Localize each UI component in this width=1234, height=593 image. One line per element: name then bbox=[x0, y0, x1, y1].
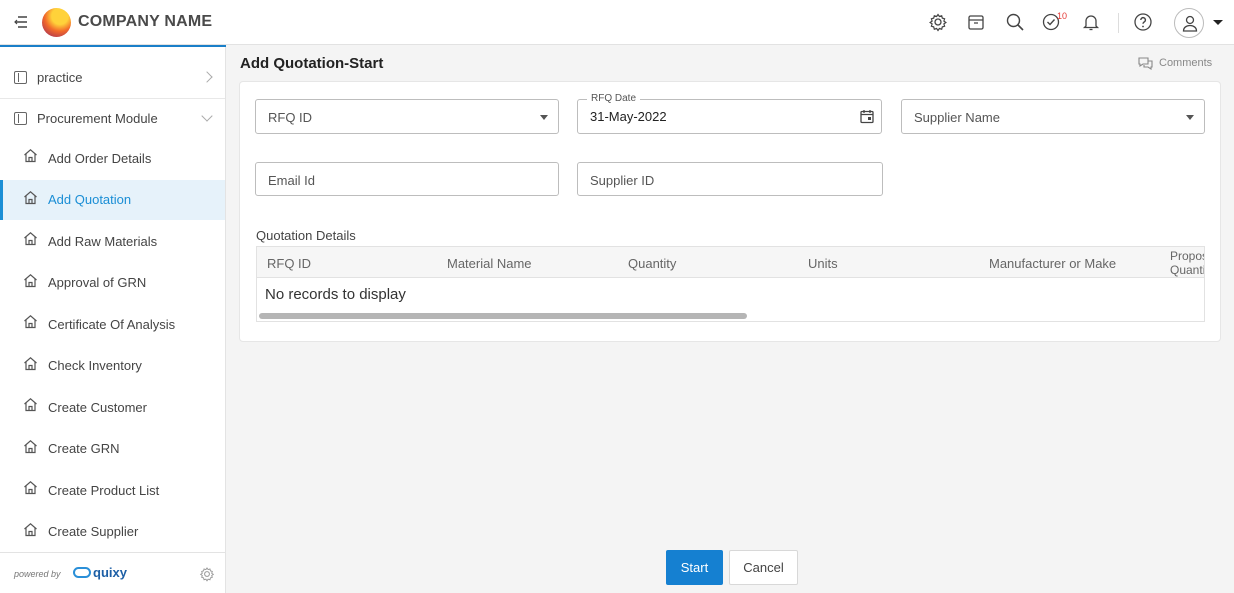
help-icon[interactable] bbox=[1133, 12, 1153, 32]
sidebar-module-procurement[interactable]: Procurement Module bbox=[0, 98, 225, 138]
sidebar-item-label: Add Raw Materials bbox=[48, 233, 158, 249]
sidebar-item-label: Create GRN bbox=[48, 441, 120, 456]
tasks-badge: 10 bbox=[1057, 11, 1068, 21]
home-icon bbox=[23, 397, 38, 417]
quotation-details-label: Quotation Details bbox=[256, 228, 356, 243]
home-icon bbox=[23, 190, 38, 210]
column-header[interactable]: Units bbox=[808, 256, 838, 271]
home-icon bbox=[23, 439, 38, 459]
rfq-id-dropdown[interactable]: RFQ ID bbox=[255, 99, 559, 134]
settings-icon[interactable] bbox=[928, 12, 948, 32]
table-header: RFQ ID Material Name Quantity Units Manu… bbox=[257, 247, 1204, 278]
home-icon bbox=[23, 314, 38, 334]
email-field[interactable]: Email Id bbox=[255, 162, 559, 196]
store-icon[interactable] bbox=[966, 12, 986, 32]
top-bar: COMPANY NAME 10 bbox=[0, 0, 1234, 45]
home-icon bbox=[23, 231, 38, 251]
powered-by-text: powered by bbox=[14, 569, 61, 579]
sidebar-item-create-grn[interactable]: Create GRN bbox=[0, 429, 225, 469]
sidebar-item-add-raw-materials[interactable]: Add Raw Materials bbox=[0, 221, 225, 261]
comments-link[interactable]: Comments bbox=[1137, 56, 1212, 70]
dropdown-arrow-icon bbox=[540, 115, 548, 120]
chevron-down-icon bbox=[201, 110, 213, 122]
sidebar-item-label: Certificate Of Analysis bbox=[48, 316, 176, 332]
search-icon[interactable] bbox=[1005, 12, 1025, 32]
horizontal-scrollbar[interactable] bbox=[259, 313, 747, 319]
cancel-button[interactable]: Cancel bbox=[729, 550, 798, 585]
rfq-id-placeholder: RFQ ID bbox=[268, 110, 313, 125]
column-header[interactable]: Material Name bbox=[447, 256, 532, 271]
empty-table-message: No records to display bbox=[265, 286, 406, 303]
chevron-right-icon bbox=[201, 71, 213, 83]
sidebar-item-label: Approval of GRN bbox=[48, 275, 147, 290]
user-avatar[interactable] bbox=[1174, 8, 1204, 38]
rfq-date-value: 31-May-2022 bbox=[590, 109, 667, 124]
home-icon bbox=[23, 522, 38, 542]
home-icon bbox=[23, 356, 38, 376]
sidebar-item-add-quotation[interactable]: Add Quotation bbox=[0, 179, 225, 220]
bell-icon[interactable] bbox=[1081, 12, 1101, 32]
start-button[interactable]: Start bbox=[666, 550, 723, 585]
sidebar-item-label: Create Supplier bbox=[48, 524, 139, 539]
sidebar-item-approval-of-grn[interactable]: Approval of GRN bbox=[0, 263, 225, 303]
quixy-brand: quixy bbox=[93, 565, 127, 580]
sidebar-item-label: Add Quotation bbox=[48, 192, 132, 207]
sidebar-item-create-customer[interactable]: Create Customer bbox=[0, 387, 225, 427]
dropdown-arrow-icon bbox=[1186, 115, 1194, 120]
home-icon bbox=[23, 148, 38, 168]
settings-icon[interactable] bbox=[199, 566, 215, 587]
sidebar-item-add-order-details[interactable]: Add Order Details bbox=[0, 138, 225, 178]
sidebar-item-certificate-of-analysis[interactable]: Certificate Of Analysis bbox=[0, 304, 225, 344]
quotation-details-table: RFQ ID Material Name Quantity Units Manu… bbox=[256, 246, 1205, 322]
sidebar-item-label: Check Inventory bbox=[48, 358, 142, 373]
user-icon bbox=[1182, 15, 1198, 32]
module-icon bbox=[14, 70, 27, 84]
sidebar-footer: powered by quixy bbox=[0, 552, 225, 593]
rfq-date-field[interactable]: RFQ Date 31-May-2022 bbox=[577, 93, 882, 134]
column-header[interactable]: Proposed Quantity bbox=[1170, 249, 1204, 277]
comments-label: Comments bbox=[1159, 57, 1213, 69]
supplier-id-field[interactable]: Supplier ID bbox=[577, 162, 883, 196]
quixy-logo: quixy bbox=[73, 565, 127, 580]
module-icon bbox=[14, 111, 27, 125]
sidebar-item-label: Create Customer bbox=[48, 399, 147, 415]
company-logo bbox=[42, 8, 71, 37]
column-header[interactable]: Manufacturer or Make bbox=[989, 256, 1116, 271]
column-header[interactable]: RFQ ID bbox=[267, 256, 311, 271]
comments-icon bbox=[1138, 57, 1153, 70]
user-menu-caret-icon[interactable] bbox=[1213, 20, 1223, 25]
sidebar-module-practice[interactable]: practice bbox=[0, 57, 225, 97]
supplier-name-placeholder: Supplier Name bbox=[914, 110, 1000, 125]
page-title: Add Quotation-Start bbox=[240, 55, 384, 72]
rfq-date-label: RFQ Date bbox=[587, 93, 641, 104]
supplier-name-dropdown[interactable]: Supplier Name bbox=[901, 99, 1205, 134]
sidebar-item-label: Create Product List bbox=[48, 482, 160, 498]
calendar-icon[interactable] bbox=[860, 109, 874, 129]
sidebar-item-label: Add Order Details bbox=[48, 150, 152, 166]
column-header[interactable]: Quantity bbox=[628, 256, 676, 271]
menu-toggle-icon[interactable] bbox=[13, 14, 29, 30]
sidebar-item-create-product-list[interactable]: Create Product List bbox=[0, 470, 225, 510]
sidebar-item-create-supplier[interactable]: Create Supplier bbox=[0, 512, 225, 552]
sidebar: practice Procurement Module Add Order De… bbox=[0, 47, 226, 593]
sidebar-module-label: Procurement Module bbox=[37, 110, 158, 126]
header-divider bbox=[1118, 13, 1119, 33]
home-icon bbox=[23, 480, 38, 500]
sidebar-module-label: practice bbox=[37, 69, 83, 85]
email-placeholder: Email Id bbox=[268, 173, 315, 188]
company-name: COMPANY NAME bbox=[78, 13, 213, 30]
supplier-id-placeholder: Supplier ID bbox=[590, 173, 655, 188]
sidebar-item-check-inventory[interactable]: Check Inventory bbox=[0, 346, 225, 386]
home-icon bbox=[23, 273, 38, 293]
